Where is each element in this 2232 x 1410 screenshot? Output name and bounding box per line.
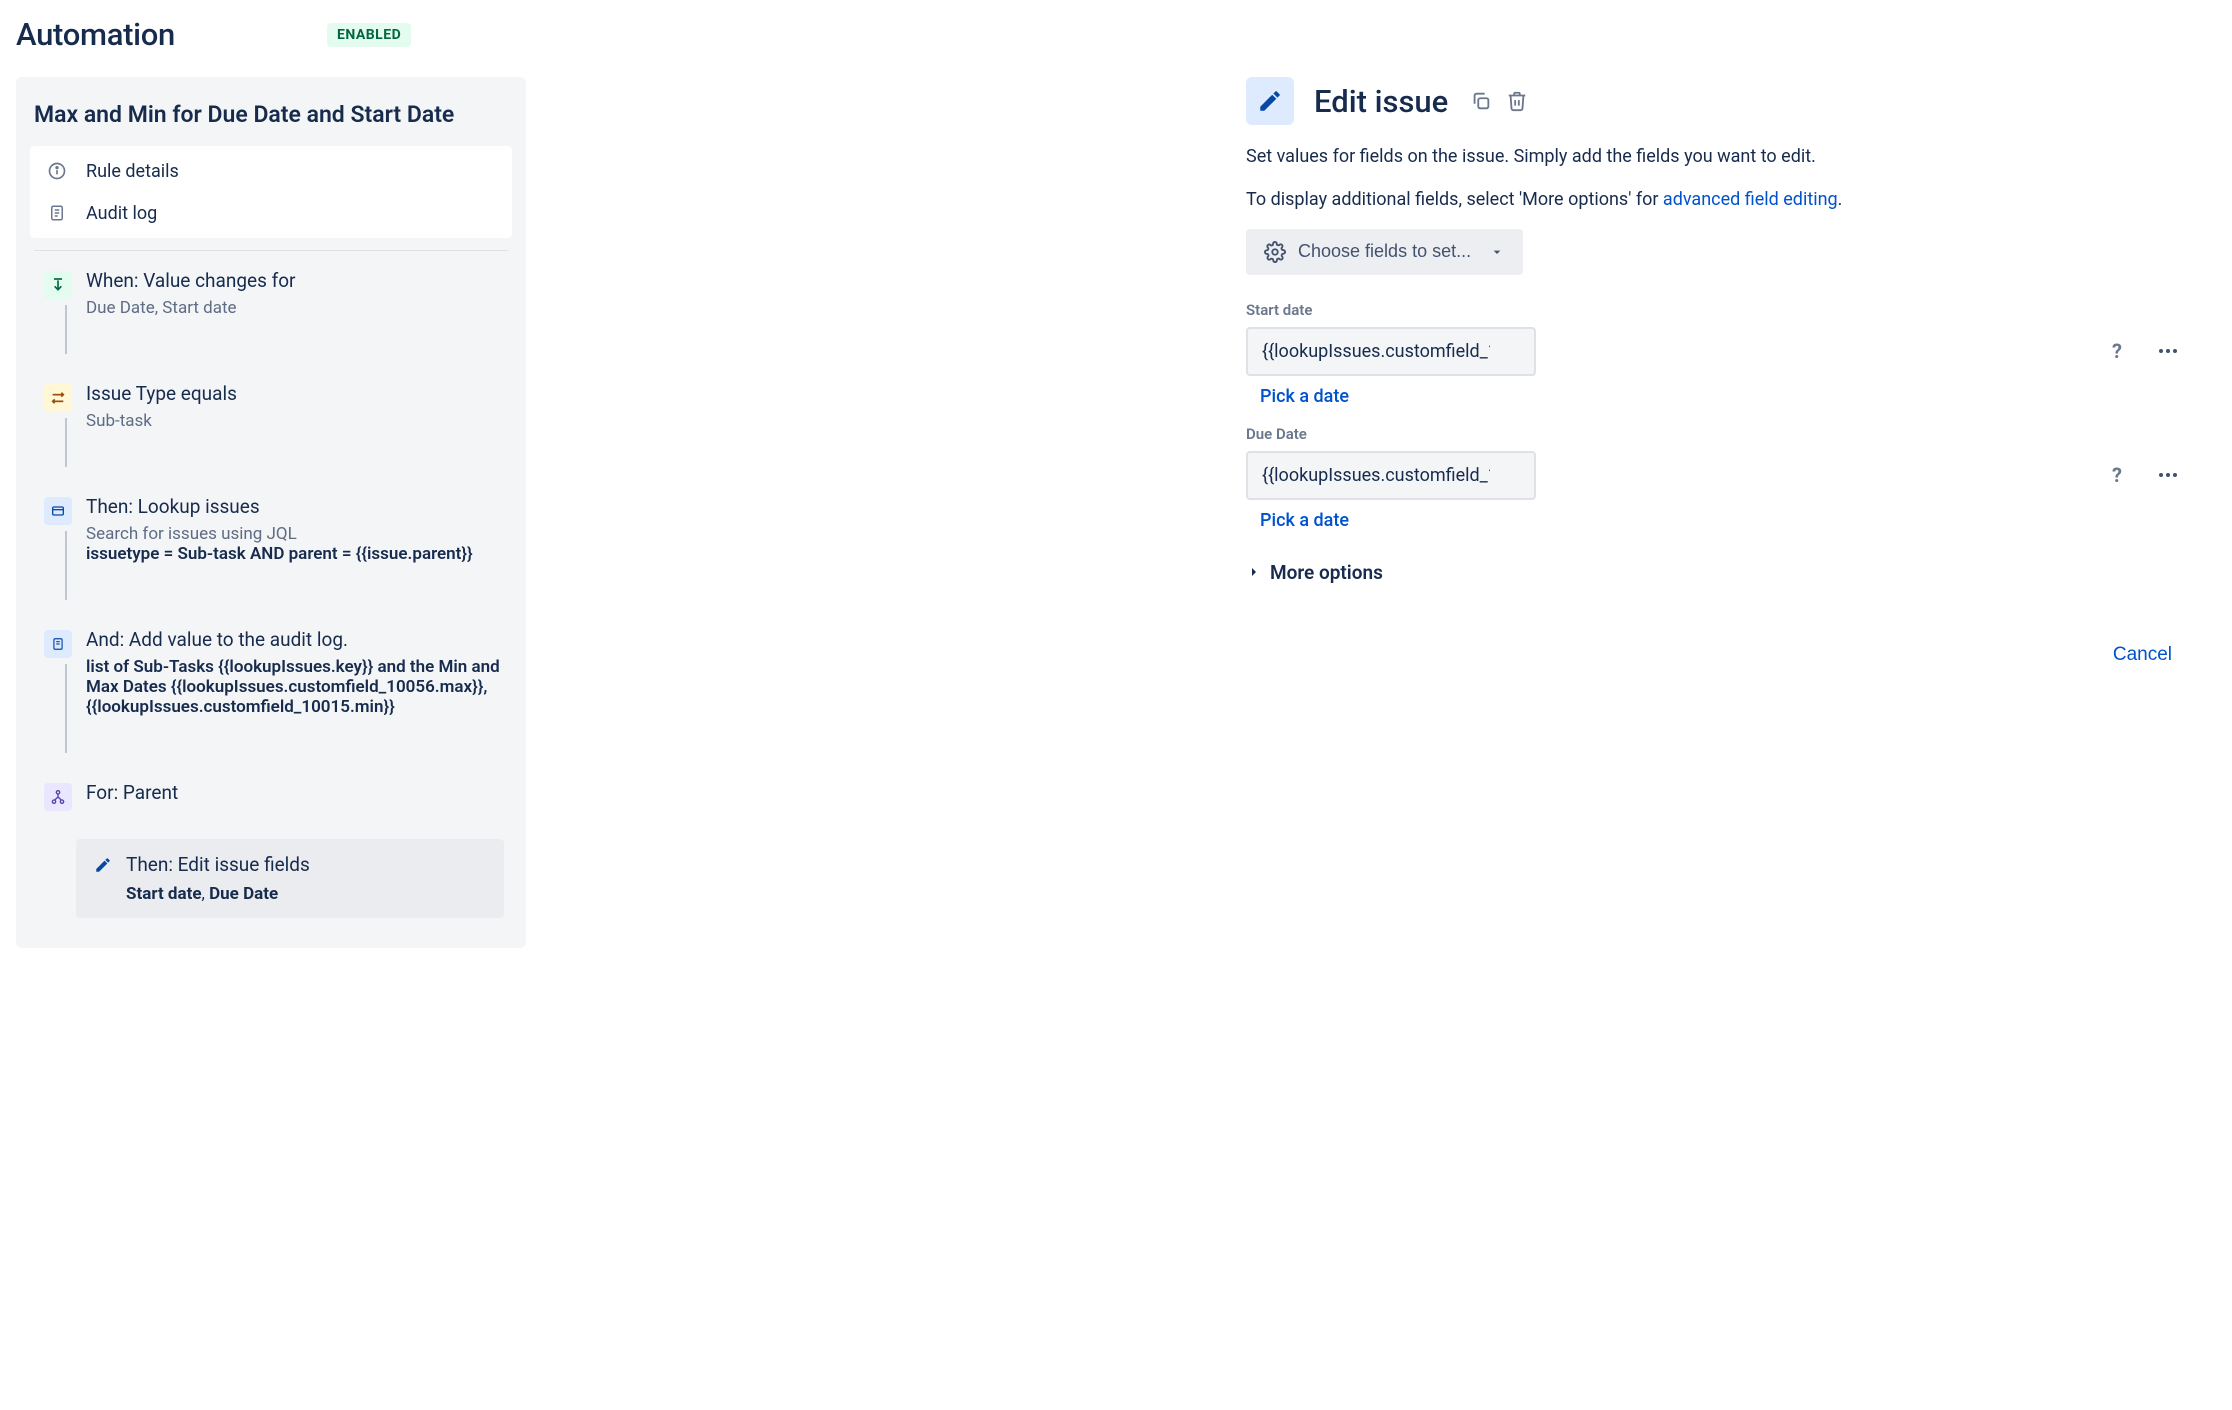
dots-icon [2156,463,2180,487]
cancel-button[interactable]: Cancel [2099,634,2186,676]
condition-sub: Sub-task [86,411,504,431]
log-icon [46,202,68,224]
copy-icon[interactable] [1468,88,1494,114]
field-due-date: Due Date ? Pick a date [1246,425,2186,531]
condition-title: Issue Type equals [86,382,504,405]
page-header: Automation ENABLED [16,16,2216,53]
rule-sidebar: Max and Min for Due Date and Start Date … [16,77,526,948]
condition-step[interactable]: Issue Type equals Sub-task [16,374,526,439]
lookup-icon [44,497,72,525]
due-date-input[interactable] [1246,451,1536,500]
rule-details-link[interactable]: Rule details [30,150,512,192]
audit-log-link[interactable]: Audit log [30,192,512,234]
auditlog-sub: list of Sub-Tasks {{lookupIssues.key}} a… [86,657,504,717]
chevron-down-icon [1489,244,1505,260]
rule-nav: Rule details Audit log [30,146,512,238]
branch-icon [44,783,72,811]
start-date-more-menu[interactable] [2150,333,2186,369]
lookup-step[interactable]: Then: Lookup issues Search for issues us… [16,487,526,572]
gear-icon [1264,241,1286,263]
help-icon[interactable]: ? [2112,463,2122,487]
dots-icon [2156,339,2180,363]
audit-log-label: Audit log [86,203,157,224]
branch-step[interactable]: For: Parent [16,773,526,819]
choose-fields-button[interactable]: Choose fields to set... [1246,229,1523,275]
panel-desc-2: To display additional fields, select 'Mo… [1246,186,2186,215]
trigger-title: When: Value changes for [86,269,504,292]
due-date-pick-link[interactable]: Pick a date [1260,510,1349,531]
rule-name: Max and Min for Due Date and Start Date [16,89,526,146]
trigger-sub: Due Date, Start date [86,298,504,318]
start-date-label: Start date [1246,301,2186,319]
edit-issue-step-selected[interactable]: Then: Edit issue fields Start date, Due … [76,839,504,918]
page-title: Automation [16,16,175,53]
start-date-input[interactable] [1246,327,1536,376]
auditlog-icon [44,630,72,658]
lookup-sub: Search for issues using JQL issuetype = … [86,524,504,564]
panel-desc-1: Set values for fields on the issue. Simp… [1246,143,2186,172]
choose-fields-label: Choose fields to set... [1298,241,1471,262]
edit-issue-header-icon [1246,77,1294,125]
edit-issue-panel: Edit issue Set values for fields on the … [1246,77,2186,948]
edit-issue-step-title: Then: Edit issue fields [126,853,310,876]
field-start-date: Start date ? Pick a date [1246,301,2186,407]
due-date-more-menu[interactable] [2150,457,2186,493]
due-date-label: Due Date [1246,425,2186,443]
advanced-editing-link[interactable]: advanced field editing [1663,189,1838,210]
divider [34,250,508,251]
more-options-toggle[interactable]: More options [1246,561,2186,584]
trigger-step[interactable]: When: Value changes for Due Date, Start … [16,261,526,326]
status-badge: ENABLED [327,23,411,47]
rule-details-label: Rule details [86,161,179,182]
auditlog-step[interactable]: And: Add value to the audit log. list of… [16,620,526,725]
pencil-icon [92,854,114,876]
panel-title: Edit issue [1314,83,1448,120]
auditlog-title: And: Add value to the audit log. [86,628,504,651]
branch-title: For: Parent [86,781,504,804]
chevron-right-icon [1246,564,1262,580]
condition-icon [44,384,72,412]
info-icon [46,160,68,182]
delete-icon[interactable] [1504,88,1530,114]
lookup-title: Then: Lookup issues [86,495,504,518]
edit-issue-step-sub: Start date, Due Date [92,884,488,904]
more-options-label: More options [1270,561,1383,584]
help-icon[interactable]: ? [2112,339,2122,363]
trigger-icon [44,271,72,299]
start-date-pick-link[interactable]: Pick a date [1260,386,1349,407]
